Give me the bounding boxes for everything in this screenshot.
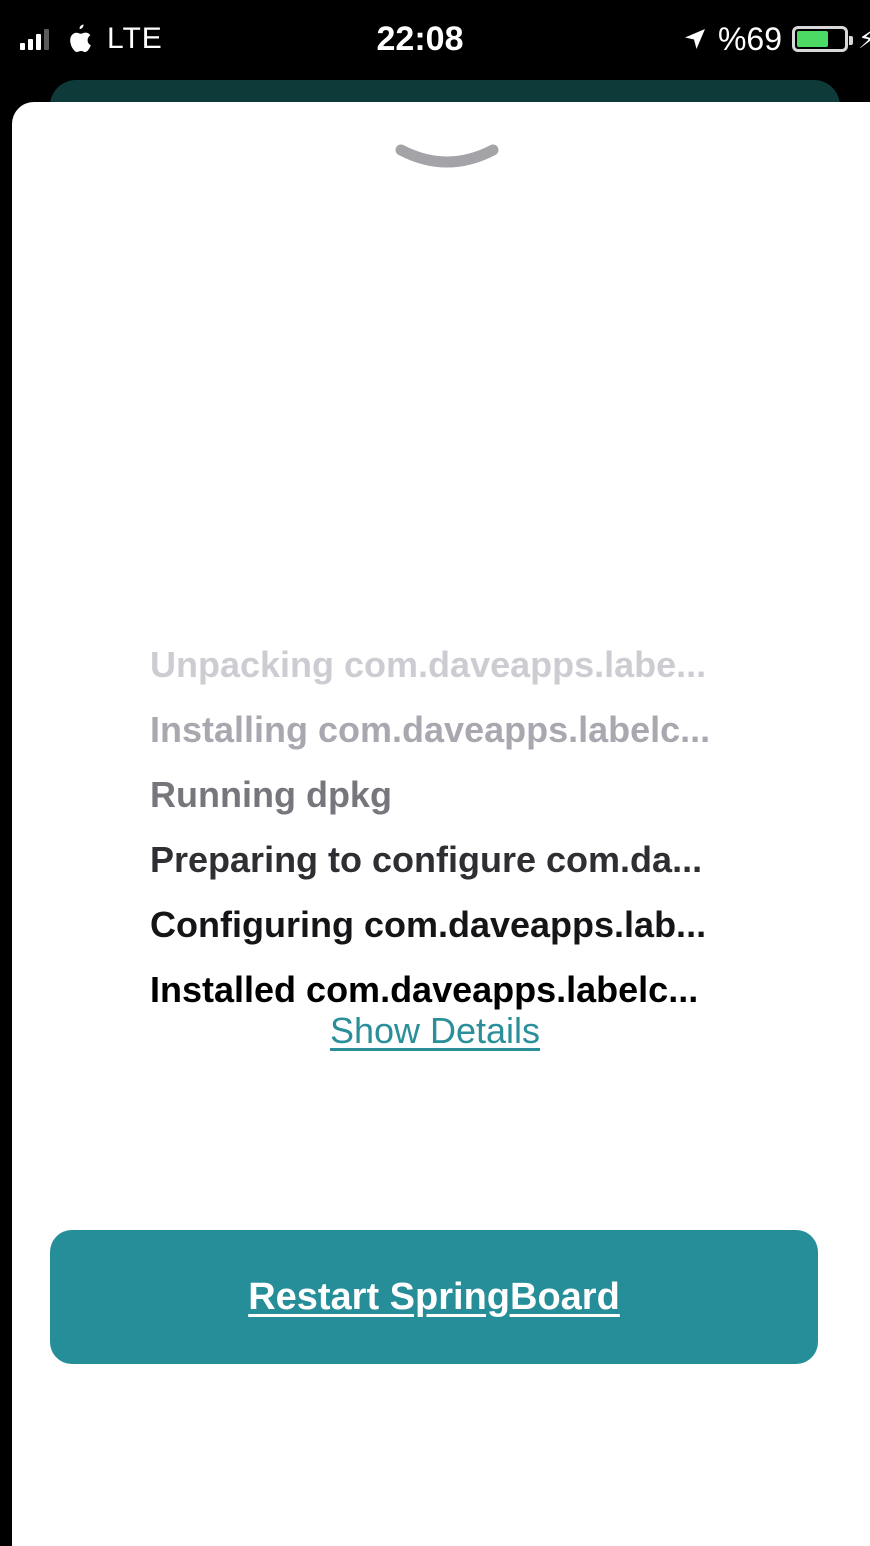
log-line: Installing com.daveapps.labelc...	[150, 709, 711, 750]
screen: LTE 22:08 %69 ⚡ Unpacking com.daveapps.l…	[0, 0, 870, 1546]
battery-level-fill	[797, 31, 828, 47]
log-line: Unpacking com.daveapps.labe...	[150, 644, 707, 685]
status-right: %69 ⚡	[682, 16, 870, 62]
restart-button-label: Restart SpringBoard	[248, 1275, 620, 1318]
bolt-icon: ⚡	[858, 23, 870, 54]
status-bar: LTE 22:08 %69 ⚡	[0, 0, 870, 82]
restart-springboard-button[interactable]: Restart SpringBoard	[50, 1230, 818, 1364]
location-arrow-icon	[684, 29, 705, 49]
chevron-down-icon[interactable]	[395, 142, 499, 172]
log-line: Preparing to configure com.da...	[150, 839, 703, 880]
battery-icon	[792, 26, 853, 52]
log-line: Configuring com.daveapps.lab...	[150, 904, 707, 945]
log-line: Running dpkg	[150, 774, 392, 815]
install-log: Unpacking com.daveapps.labe... Installin…	[150, 632, 810, 1022]
battery-nub	[849, 36, 853, 45]
battery-percent: %69	[717, 20, 782, 57]
show-details-link[interactable]: Show Details	[0, 1010, 870, 1052]
